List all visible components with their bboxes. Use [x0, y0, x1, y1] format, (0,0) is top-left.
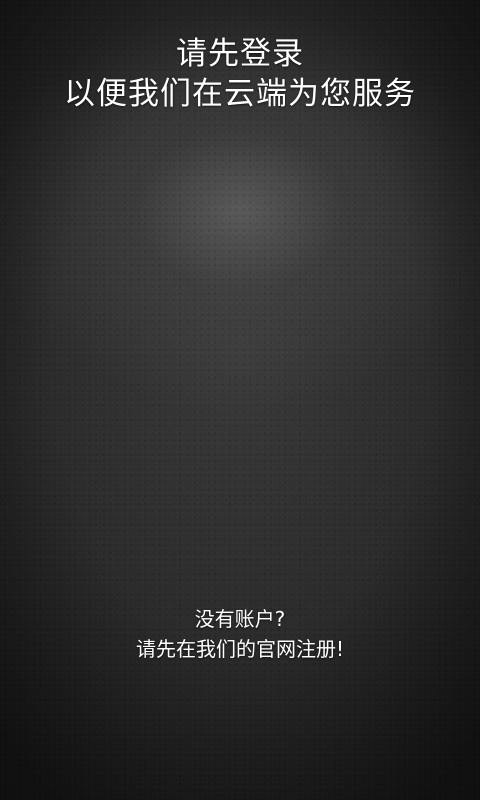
register-notice[interactable]: 没有账户? 请先在我们的官网注册!: [0, 604, 480, 664]
register-link[interactable]: 请先在我们的官网注册!: [0, 634, 480, 664]
headline-line-2: 以便我们在云端为您服务: [64, 76, 416, 112]
headline-line-1: 请先登录: [176, 36, 304, 72]
background-vignette: [0, 0, 480, 800]
no-account-question: 没有账户?: [194, 607, 286, 631]
login-prompt-screen: 请先登录 以便我们在云端为您服务 没有账户? 请先在我们的官网注册!: [0, 0, 480, 800]
login-headline: 请先登录 以便我们在云端为您服务: [0, 34, 480, 114]
